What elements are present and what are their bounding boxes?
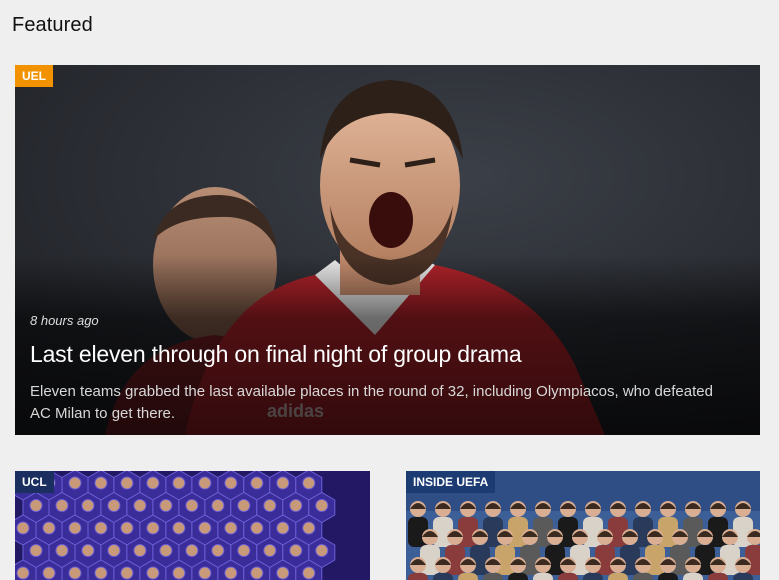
hero-description: Eleven teams grabbed the last available … xyxy=(30,383,713,422)
competition-badge: UEL xyxy=(15,65,53,87)
category-badge: INSIDE UEFA xyxy=(406,471,496,493)
hero-timestamp: 8 hours ago xyxy=(30,313,99,328)
featured-hero-card[interactable]: adidas UEL 8 hours ago Last eleven throu… xyxy=(15,65,760,435)
section-title: Featured xyxy=(12,14,93,36)
inside-uefa-article-card[interactable]: INSIDE UEFA xyxy=(406,471,760,580)
ucl-team-photo xyxy=(15,471,370,580)
ucl-article-card[interactable]: UCL xyxy=(15,471,370,580)
hero-headline[interactable]: Last eleven through on final night of gr… xyxy=(30,341,522,368)
competition-badge: UCL xyxy=(15,471,54,493)
